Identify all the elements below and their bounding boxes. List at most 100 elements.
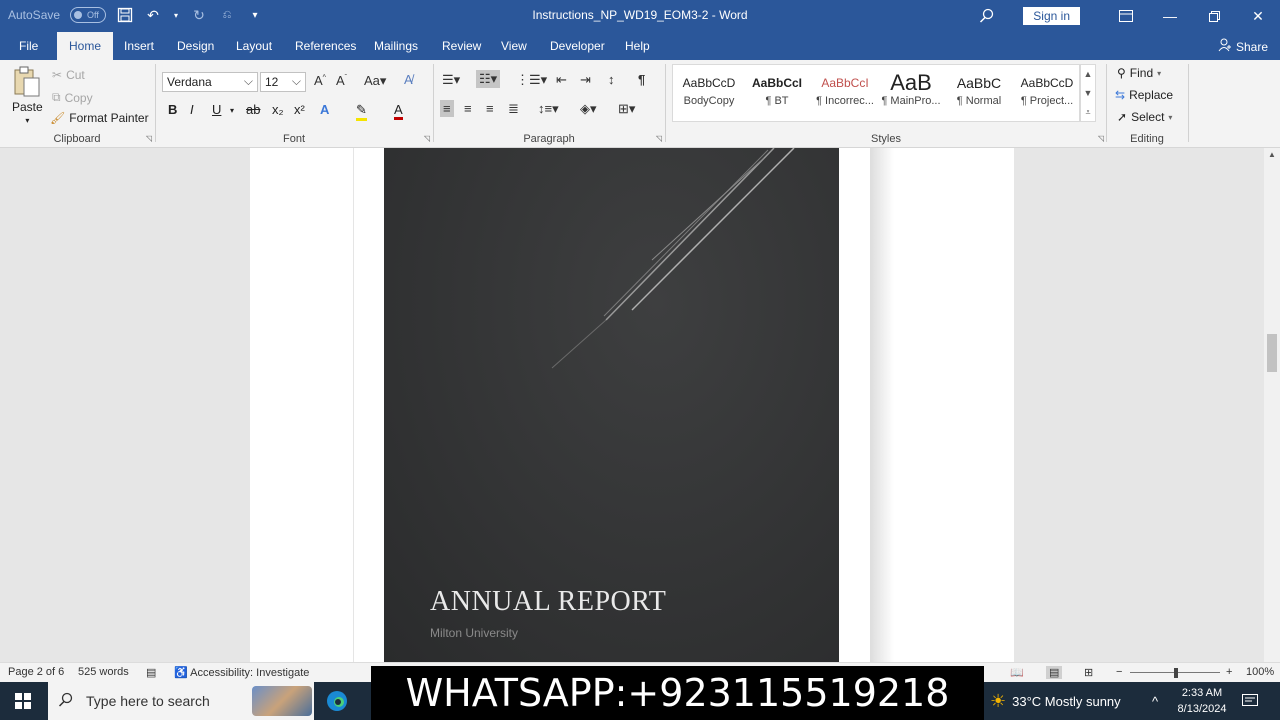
font-color-icon[interactable]: A [394, 102, 403, 120]
zoom-slider-thumb[interactable] [1174, 668, 1178, 678]
zoom-out-icon[interactable]: − [1116, 666, 1122, 678]
chevron-down-icon: ⌵ [291, 74, 301, 88]
vertical-scrollbar[interactable]: ▲ [1264, 148, 1280, 662]
borders-icon[interactable]: ⊞▾ [618, 101, 635, 117]
show-hidden-icons[interactable]: ^ [1152, 682, 1158, 720]
styles-scroll-controls[interactable]: ▲ ▼ ⩡ [1080, 64, 1096, 122]
grow-font-icon[interactable]: A^ [314, 73, 326, 88]
font-size-select[interactable]: 12 ⌵ [260, 72, 306, 92]
ribbon-display-options-icon[interactable] [1104, 0, 1148, 32]
strikethrough-button[interactable]: ab [246, 102, 260, 117]
numbering-icon[interactable]: ☷▾ [476, 70, 501, 88]
tab-references[interactable]: References [295, 32, 356, 60]
format-painter-button[interactable]: 🖌 Format Painter [50, 111, 149, 125]
notifications-icon[interactable] [1242, 682, 1258, 720]
text-effects-icon[interactable]: A [320, 102, 329, 117]
superscript-button[interactable]: x² [294, 102, 305, 117]
cut-button[interactable]: ✂ Cut [52, 68, 85, 82]
line-spacing-icon[interactable]: ↕≡▾ [538, 101, 559, 117]
shading-icon[interactable]: ◈▾ [580, 101, 597, 117]
style-normal[interactable]: AaBbC ¶ Normal [945, 71, 1013, 107]
more-styles-icon[interactable]: ⩡ [1081, 103, 1095, 122]
clear-formatting-icon[interactable]: A̸ [404, 72, 413, 87]
center-icon[interactable]: ≡ [464, 101, 472, 116]
windows-start-icon[interactable] [0, 682, 46, 720]
chevron-down-icon[interactable]: ▼ [1081, 84, 1095, 103]
style-project[interactable]: AaBbCcD ¶ Project... [1013, 71, 1081, 107]
scroll-thumb[interactable] [1267, 334, 1277, 372]
justify-icon[interactable]: ≣ [508, 101, 519, 117]
style-incorrect[interactable]: AaBbCcI ¶ Incorrec... [811, 71, 879, 107]
tab-help[interactable]: Help [625, 32, 650, 60]
taskbar-clock[interactable]: 2:33 AM 8/13/2024 [1170, 685, 1234, 717]
find-button[interactable]: ⚲ Find ▾ [1117, 66, 1161, 80]
style-preview: AaB [890, 71, 932, 95]
tab-insert[interactable]: Insert [124, 32, 154, 60]
zoom-in-icon[interactable]: + [1226, 666, 1232, 678]
clipboard-launcher-icon[interactable]: ◹ [146, 134, 152, 143]
styles-launcher-icon[interactable]: ◹ [1098, 134, 1104, 143]
style-mainpro[interactable]: AaB ¶ MainPro... [877, 71, 945, 107]
accessibility-checker[interactable]: ♿ Accessibility: Investigate [174, 666, 309, 679]
weather-widget[interactable]: ☀ 33°C Mostly sunny [990, 682, 1121, 720]
document-area[interactable]: ANNUAL REPORT Milton University [0, 148, 1280, 662]
word-count[interactable]: 525 words [78, 666, 129, 678]
font-launcher-icon[interactable]: ◹ [424, 134, 430, 143]
search-icon[interactable] [965, 0, 1009, 32]
tab-home[interactable]: Home [57, 32, 114, 60]
font-size-value: 12 [265, 75, 279, 89]
bold-button[interactable]: B [168, 102, 177, 117]
scroll-up-icon[interactable]: ▲ [1264, 150, 1280, 159]
taskbar-search[interactable]: Type here to search [48, 682, 314, 720]
ribbon: Paste ▾ ✂ Cut ⧉ Copy 🖌 Format Painter Cl… [0, 60, 1280, 148]
font-family-select[interactable]: Verdana ⌵ [162, 72, 258, 92]
copy-button[interactable]: ⧉ Copy [52, 90, 93, 105]
style-bt[interactable]: AaBbCcI ¶ BT [743, 71, 811, 107]
share-button[interactable]: Share [1218, 38, 1268, 55]
tab-mailings[interactable]: Mailings [374, 32, 418, 60]
style-bodycopy[interactable]: AaBbCcD BodyCopy [675, 71, 743, 107]
sort-icon[interactable]: ↕ [608, 72, 615, 87]
share-label: Share [1235, 39, 1268, 54]
tab-file[interactable]: File [19, 32, 38, 60]
select-button[interactable]: ➚ Select ▾ [1117, 110, 1172, 124]
underline-button[interactable]: U [212, 102, 221, 117]
chevron-down-icon: ▾ [1157, 68, 1162, 78]
print-layout-icon[interactable]: ▤ [1046, 666, 1063, 679]
sign-in-button[interactable]: Sign in [1023, 7, 1080, 25]
multilevel-list-icon[interactable]: ⋮☰▾ [516, 72, 547, 88]
chevron-up-icon[interactable]: ▲ [1081, 65, 1095, 84]
replace-button[interactable]: ⇆ Replace [1115, 88, 1173, 102]
subscript-button[interactable]: x₂ [272, 102, 284, 117]
zoom-level[interactable]: 100% [1246, 666, 1274, 678]
cover-page[interactable]: ANNUAL REPORT Milton University [384, 148, 839, 662]
italic-button[interactable]: I [190, 102, 194, 117]
read-mode-icon[interactable]: 📖 [1010, 666, 1024, 679]
paste-button[interactable]: Paste ▾ [12, 66, 43, 125]
edge-browser-icon[interactable] [326, 682, 348, 720]
increase-indent-icon[interactable]: ⇥ [580, 72, 591, 88]
decrease-indent-icon[interactable]: ⇤ [556, 72, 567, 88]
tab-design[interactable]: Design [177, 32, 214, 60]
tab-developer[interactable]: Developer [550, 32, 605, 60]
show-formatting-icon[interactable]: ¶ [638, 72, 645, 87]
align-right-icon[interactable]: ≡ [486, 101, 494, 116]
paragraph-launcher-icon[interactable]: ◹ [656, 134, 662, 143]
proofing-icon[interactable]: ▤ [146, 666, 156, 679]
tab-review[interactable]: Review [442, 32, 481, 60]
highlight-icon[interactable]: ✎ [356, 102, 367, 121]
minimize-button[interactable]: — [1148, 0, 1192, 32]
close-button[interactable]: ✕ [1236, 0, 1280, 32]
restore-button[interactable] [1192, 0, 1236, 32]
web-layout-icon[interactable]: ⊞ [1084, 666, 1093, 679]
change-case-icon[interactable]: Aa▾ [364, 73, 386, 89]
tab-view[interactable]: View [501, 32, 527, 60]
shrink-font-icon[interactable]: Aˇ [336, 73, 347, 88]
document-page[interactable]: ANNUAL REPORT Milton University [250, 148, 1014, 662]
underline-dropdown-icon[interactable]: ▾ [230, 106, 234, 115]
title-bar: AutoSave Off ↶ ▾ ↻ ⎌ ▾ Instructions_NP_W… [0, 0, 1280, 32]
page-indicator[interactable]: Page 2 of 6 [8, 666, 64, 678]
bullets-icon[interactable]: ☰▾ [442, 72, 460, 88]
align-left-icon[interactable]: ≡ [440, 100, 454, 117]
tab-layout[interactable]: Layout [236, 32, 272, 60]
